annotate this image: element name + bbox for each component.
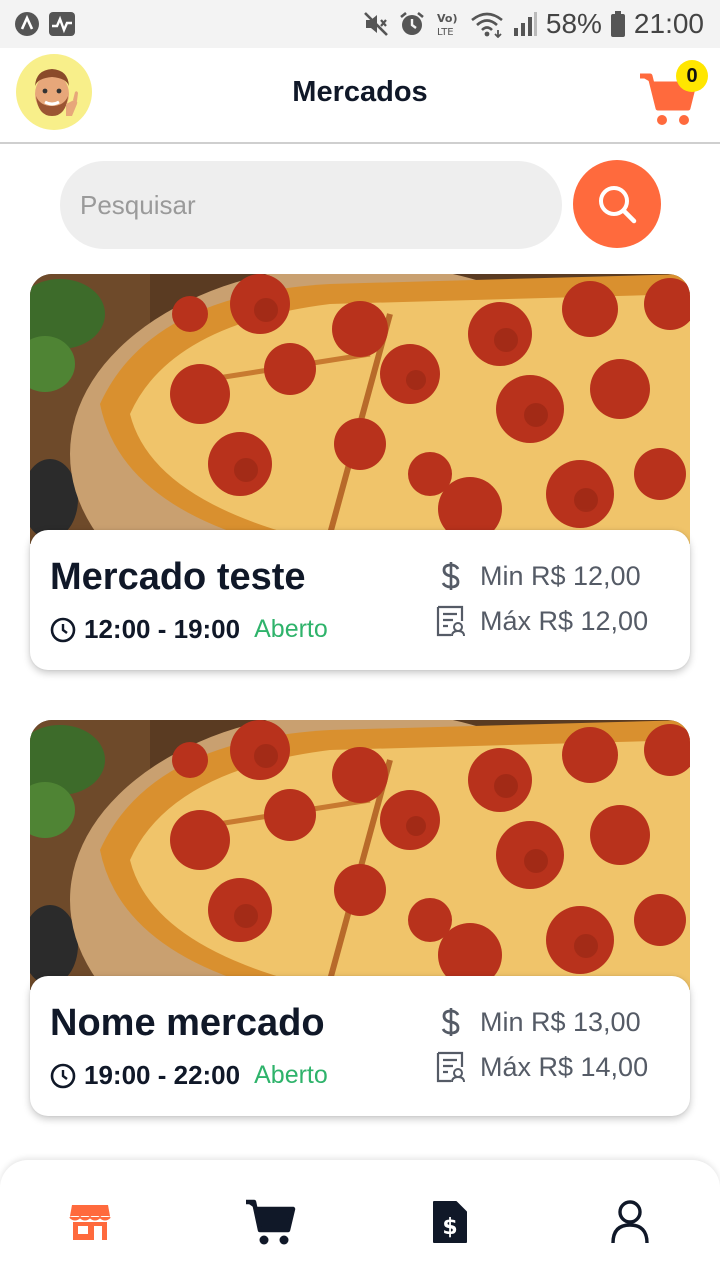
min-price: Min R$ 12,00 (480, 560, 641, 591)
search-button[interactable] (573, 160, 661, 248)
max-price: Máx R$ 12,00 (480, 605, 649, 636)
min-price-row: Min R$ 13,00 (434, 1006, 641, 1038)
receipt-icon (436, 1051, 465, 1083)
opening-hours: 19:00 - 22:00 (84, 1060, 241, 1090)
store-icon (69, 1205, 111, 1240)
cart-icon (246, 1199, 296, 1245)
nav-profile[interactable] (598, 1190, 662, 1254)
battery-percent: 58% (545, 8, 602, 39)
nav-cart[interactable] (238, 1190, 302, 1254)
store-info-panel: Nome mercado 19:00 - 22:00 Aberto Min R$… (30, 976, 690, 1116)
store-image (30, 274, 690, 544)
svg-text:$: $ (442, 1215, 457, 1240)
search-icon (599, 186, 637, 224)
nav-orders[interactable]: $ (418, 1190, 482, 1254)
clock: 21:00 (633, 8, 704, 39)
status-bar: Vo) LTE 58% 21:00 (0, 0, 720, 48)
clock-icon (50, 1063, 76, 1088)
store-hours: 19:00 - 22:00 Aberto (50, 1060, 328, 1091)
receipt-icon (436, 605, 465, 637)
nav-stores[interactable] (58, 1190, 122, 1254)
opening-hours: 12:00 - 19:00 (84, 614, 241, 644)
pepperoni-pizza-image (30, 274, 690, 544)
open-status: Aberto (254, 1061, 328, 1089)
activity-icon (48, 11, 76, 37)
clock-icon (50, 617, 76, 642)
max-price-row: Máx R$ 14,00 (434, 1051, 648, 1083)
alarm-icon (398, 10, 426, 38)
store-info-panel: Mercado teste 12:00 - 19:00 Aberto Min R… (30, 530, 690, 670)
page-title: Mercados (292, 76, 428, 108)
user-icon (611, 1200, 649, 1244)
header-cart-button[interactable]: 0 (638, 60, 710, 125)
receipt-dollar-icon: $ (433, 1201, 467, 1243)
dollar-icon (441, 562, 460, 590)
search-input[interactable] (60, 161, 562, 249)
store-card[interactable]: Mercado teste 12:00 - 19:00 Aberto Min R… (30, 274, 690, 670)
open-status: Aberto (254, 615, 328, 643)
max-price-row: Máx R$ 12,00 (434, 605, 648, 637)
svg-text:Vo): Vo) (437, 12, 458, 25)
battery-icon (610, 10, 626, 38)
wifi-icon (470, 10, 504, 38)
store-hours: 12:00 - 19:00 Aberto (50, 614, 328, 645)
volte-icon: Vo) LTE (434, 10, 462, 38)
dollar-icon (441, 1008, 460, 1036)
mute-icon (362, 10, 390, 38)
store-name: Nome mercado (50, 1002, 325, 1044)
cart-count-badge: 0 (676, 60, 708, 92)
svg-text:LTE: LTE (437, 27, 454, 38)
max-price: Máx R$ 14,00 (480, 1051, 649, 1082)
min-price-row: Min R$ 12,00 (434, 560, 641, 592)
signal-icon (512, 10, 538, 38)
bottom-nav: $ (0, 1160, 720, 1280)
store-card[interactable]: Nome mercado 19:00 - 22:00 Aberto Min R$… (30, 720, 690, 1116)
store-image (30, 720, 690, 990)
app-header: Mercados 0 (0, 48, 720, 144)
store-name: Mercado teste (50, 556, 306, 598)
pepperoni-pizza-image (30, 720, 690, 990)
min-price: Min R$ 13,00 (480, 1006, 641, 1037)
app-icon (14, 11, 40, 37)
